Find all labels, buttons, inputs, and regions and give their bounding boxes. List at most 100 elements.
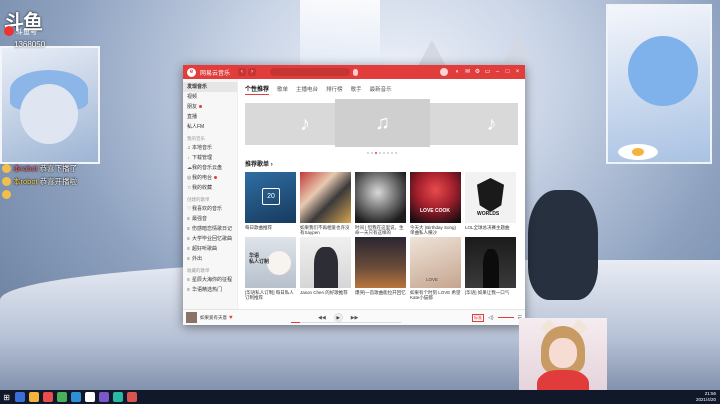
sidebar-item-live[interactable]: 直播 [183, 112, 237, 122]
taskbar-app-icon[interactable] [71, 392, 81, 402]
sidebar-item-video[interactable]: 视频 [183, 92, 237, 102]
previous-icon[interactable]: ◀◀ [318, 315, 326, 321]
taskbar-app-icon[interactable] [29, 392, 39, 402]
sidebar-item-local[interactable]: ♫本地音乐 [183, 143, 237, 153]
sidebar-item-fm[interactable]: 私人FM [183, 122, 237, 132]
carousel-dots [245, 152, 519, 154]
play-icon[interactable]: ▶ [333, 313, 343, 322]
banner-card-center[interactable]: ♫ [335, 99, 430, 147]
close-icon[interactable]: × [514, 69, 521, 76]
carousel-dot-active[interactable] [375, 152, 377, 154]
sidebar-playlist[interactable]: ≡ 最强音 [183, 214, 237, 224]
sidebar-item-favorites[interactable]: ☆我的收藏 [183, 183, 237, 193]
playlist-card[interactable]: 如果我们不再相爱也许没有Saypen [300, 172, 351, 235]
nav-arrows: ‹ › [238, 68, 257, 76]
sidebar-item-friends[interactable]: 朋友 [183, 102, 237, 112]
mic-icon[interactable] [353, 68, 359, 76]
carousel-dot[interactable] [395, 152, 397, 154]
sidebar-playlist[interactable]: ≡ 大学毕业回忆歌曲 [183, 234, 237, 244]
tab-radio[interactable]: 主播电台 [296, 85, 318, 93]
carousel-dot[interactable] [379, 152, 381, 154]
tab-personal[interactable]: 个性推荐 [245, 84, 270, 95]
banner-carousel[interactable]: ♪ ♪ ♫ [245, 99, 519, 149]
sidebar-playlist-liked[interactable]: ♡我喜欢的音乐 [183, 204, 237, 214]
settings-gear-icon[interactable]: ⚙ [474, 69, 481, 76]
playlist-cover: LOVE [410, 237, 461, 288]
maximize-icon[interactable]: □ [504, 69, 511, 76]
carousel-dot[interactable] [391, 152, 393, 154]
music-note-icon: ♪ [486, 112, 497, 135]
playlist-card[interactable]: 20 每日歌曲推荐 [245, 172, 296, 235]
playlist-card[interactable]: LOVE COOK 今天大 (Birthday Song) 单曲私人横沙 [410, 172, 461, 235]
taskbar-app-icon[interactable] [85, 392, 95, 402]
playlist-card[interactable]: 时间 | 但我在这里说，生命一天只有这样的 [355, 172, 406, 235]
chat-text: 恭喜下播了 [39, 163, 78, 173]
search-input[interactable] [270, 68, 351, 76]
cat-face-icon [267, 251, 291, 275]
carousel-dot[interactable] [367, 152, 369, 154]
taskbar-app-icon[interactable] [43, 392, 53, 402]
carousel-dot[interactable] [383, 152, 385, 154]
app-body: 发现音乐 视频 朋友 直播 私人FM 我的音乐 ♫本地音乐 ↓ 下载管理 ☁我的音… [183, 79, 525, 309]
worlds-shield-icon [477, 178, 504, 212]
sidebar-playlist[interactable]: ≡ 伤感暗恋情歌日记 [183, 224, 237, 234]
sidebar-section-created: 创建的歌单 [187, 197, 210, 202]
sidebar-item-radio[interactable]: ◎我的电台 [183, 173, 237, 183]
sidebar-item-label: 外出 [192, 256, 203, 262]
now-playing-title[interactable]: 如果爱有天意 ♥ [200, 315, 240, 321]
sidebar-item-discover[interactable]: 发现音乐 [183, 82, 237, 92]
quality-badge[interactable]: 标准 [472, 313, 484, 322]
sidebar-playlist[interactable]: ≡ 超好听歌曲 [183, 244, 237, 254]
tab-playlists[interactable]: 歌单 [277, 85, 288, 93]
taskbar-app-icon[interactable] [127, 392, 137, 402]
taskbar-app-icon[interactable] [15, 392, 25, 402]
progress-bar[interactable] [291, 322, 401, 323]
tab-new-music[interactable]: 最新音乐 [370, 85, 392, 93]
sidebar-item-label: 发现音乐 [187, 84, 208, 90]
playlist-card[interactable]: [华语] 如果让我一口气 [465, 237, 516, 300]
windows-start-icon[interactable]: ⊞ [2, 393, 11, 402]
sidebar-playlist[interactable]: ≡ 星辰大海你的征程 [183, 275, 237, 285]
volume-icon[interactable]: ◁) [488, 315, 494, 321]
progress-fill [291, 322, 300, 323]
sidebar-playlist[interactable]: ≡ 华语精选热门 [183, 285, 237, 295]
carousel-dot[interactable] [371, 152, 373, 154]
volume-slider[interactable] [497, 317, 514, 318]
heart-icon[interactable]: ♥ [229, 315, 233, 321]
taskbar-app-icon[interactable] [57, 392, 67, 402]
chat-avatar [2, 176, 11, 186]
recommended-playlists-title[interactable]: 推荐歌单 › [245, 159, 519, 168]
playlist-card[interactable]: 爆哭|一首歌曲能拉开回忆 [355, 237, 406, 300]
music-note-icon: ♪ [300, 112, 310, 135]
playlist-caption: 今天大 (Birthday Song) 单曲私人横沙 [410, 225, 457, 235]
tab-artists[interactable]: 歌手 [351, 85, 362, 93]
mail-icon[interactable]: ✉ [464, 69, 471, 76]
playlist-card[interactable]: WORLDS LOL全球总决赛主题曲 [465, 172, 516, 235]
chat-avatar [2, 163, 11, 173]
sidebar-item-cloud[interactable]: ☁我的音乐云盘 [183, 163, 237, 173]
playlist-card[interactable]: LOVE 如果有个时刻 LOVE 希望 Kate小猫都 [410, 237, 461, 300]
user-avatar[interactable] [440, 68, 448, 76]
taskbar-app-icon[interactable] [99, 392, 109, 402]
clock-date: 2021/4/20 [695, 397, 716, 402]
minimize-icon[interactable]: – [494, 69, 501, 76]
tab-charts[interactable]: 排行榜 [326, 85, 343, 93]
skin-icon[interactable]: ◐ [454, 69, 461, 76]
back-arrow-icon[interactable]: ‹ [238, 68, 247, 76]
sidebar-playlist[interactable]: ≡ 外出 [183, 254, 237, 264]
wallpaper-poster-right [606, 4, 712, 164]
taskbar-app-icon[interactable] [113, 392, 123, 402]
next-icon[interactable]: ▶▶ [351, 315, 359, 321]
sidebar-item-label: 华语精选热门 [192, 287, 223, 293]
category-tabs: 个性推荐 歌单 主播电台 排行榜 歌手 最新音乐 [245, 83, 519, 95]
sidebar-item-downloads[interactable]: ↓ 下载管理 [183, 153, 237, 163]
carousel-dot[interactable] [387, 152, 389, 154]
forward-arrow-icon[interactable]: › [248, 68, 257, 76]
playlist-card[interactable]: Jason Chen 的好歌推荐 [300, 237, 351, 300]
system-tray-clock[interactable]: 21:56 2021/4/20 [696, 391, 716, 403]
playlist-card[interactable]: 华语 私人订制 [华语私人订制] 每日私人订制推荐 [245, 237, 296, 300]
playlist-cover: WORLDS [465, 172, 516, 223]
mini-mode-icon[interactable]: ▭ [484, 69, 491, 76]
stream-room-id: 1368050 [14, 40, 46, 49]
now-playing-cover[interactable] [186, 312, 197, 323]
